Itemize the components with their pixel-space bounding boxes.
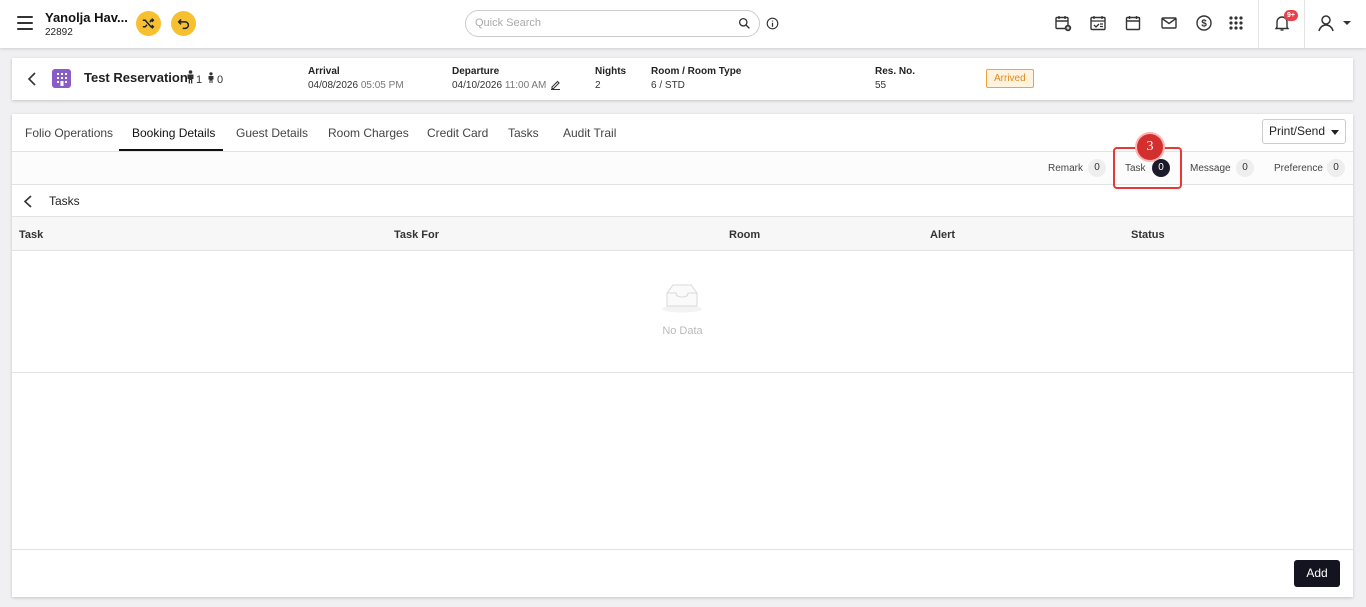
- divider: [1258, 0, 1259, 48]
- shuffle-button[interactable]: [136, 11, 161, 36]
- print-send-dropdown[interactable]: Print/Send: [1262, 119, 1346, 144]
- tab-room-charges[interactable]: Room Charges: [328, 126, 409, 140]
- message-tab[interactable]: Message: [1190, 163, 1231, 174]
- user-menu[interactable]: [1317, 14, 1357, 32]
- top-bar: Yanolja Hav... 22892 $ 9+: [0, 0, 1366, 48]
- arrival-label: Arrival: [308, 66, 340, 77]
- arrival-value: 04/08/2026 05:05 PM: [308, 80, 404, 91]
- column-header-task-for[interactable]: Task For: [394, 229, 439, 241]
- nights-value: 2: [595, 80, 601, 91]
- resno-value: 55: [875, 80, 887, 91]
- adult-count: 1: [196, 74, 203, 86]
- message-count: 0: [1236, 159, 1254, 177]
- tab-folio-operations[interactable]: Folio Operations: [25, 126, 113, 140]
- child-icon: [208, 72, 214, 83]
- dollar-icon[interactable]: $: [1195, 14, 1213, 32]
- tab-audit-trail[interactable]: Audit Trail: [563, 126, 616, 140]
- empty-state: No Data: [12, 251, 1353, 373]
- info-icon[interactable]: [766, 17, 779, 30]
- remark-count: 0: [1088, 159, 1106, 177]
- table-header: Task Task For Room Alert Status: [12, 217, 1353, 251]
- tab-credit-card[interactable]: Credit Card: [427, 126, 488, 140]
- divider: [12, 549, 1353, 550]
- adult-icon: [187, 70, 194, 84]
- arrival-time: 05:05 PM: [360, 80, 404, 91]
- column-header-alert[interactable]: Alert: [930, 229, 955, 241]
- hotel-name[interactable]: Yanolja Hav...: [45, 10, 128, 25]
- column-header-task[interactable]: Task: [19, 229, 43, 241]
- svg-text:$: $: [1201, 19, 1207, 30]
- back-arrow-icon[interactable]: [22, 194, 34, 209]
- main-panel: Folio Operations Booking Details Guest D…: [12, 114, 1353, 597]
- divider: [1304, 0, 1305, 48]
- empty-text: No Data: [662, 325, 703, 337]
- menu-icon[interactable]: [17, 16, 33, 30]
- hotel-id: 22892: [45, 27, 73, 38]
- departure-label: Departure: [452, 66, 500, 77]
- mail-icon[interactable]: [1160, 14, 1178, 32]
- departure-value: 04/10/2026 11:00 AM: [452, 80, 546, 91]
- column-header-room[interactable]: Room: [729, 229, 760, 241]
- print-send-label: Print/Send: [1269, 124, 1326, 138]
- active-tab-indicator: [119, 149, 223, 151]
- reservation-title: Test Reservation: [84, 70, 188, 85]
- room-value: 6 / STD: [651, 80, 685, 91]
- preference-tab[interactable]: Preference: [1274, 163, 1323, 174]
- edit-icon[interactable]: [550, 79, 561, 90]
- undo-button[interactable]: [171, 11, 196, 36]
- reservation-header: Test Reservation 1 0 Arrival 04/08/2026 …: [12, 58, 1353, 100]
- tab-booking-details[interactable]: Booking Details: [132, 126, 215, 140]
- apps-grid-icon[interactable]: [1227, 14, 1245, 32]
- tasks-section-header: Tasks: [12, 185, 1353, 217]
- room-label: Room / Room Type: [651, 66, 742, 77]
- arrival-date: 04/08/2026: [308, 80, 359, 91]
- tab-guest-details[interactable]: Guest Details: [236, 126, 308, 140]
- preference-count: 0: [1327, 159, 1345, 177]
- resno-label: Res. No.: [875, 66, 916, 77]
- departure-time: 11:00 AM: [504, 80, 547, 91]
- quick-search[interactable]: [465, 10, 760, 37]
- back-arrow-icon[interactable]: [26, 71, 38, 87]
- status-badge: Arrived: [986, 69, 1034, 88]
- notification-badge: 9+: [1284, 10, 1298, 21]
- calendar-check-icon[interactable]: [1089, 14, 1107, 32]
- empty-inbox-icon: [662, 284, 702, 313]
- column-header-status[interactable]: Status: [1131, 229, 1165, 241]
- calendar-add-icon[interactable]: [1054, 14, 1072, 32]
- tab-tasks[interactable]: Tasks: [508, 126, 539, 140]
- search-icon[interactable]: [738, 17, 751, 30]
- add-button[interactable]: Add: [1294, 560, 1340, 587]
- child-count: 0: [217, 74, 224, 86]
- shuffle-icon: [142, 18, 155, 29]
- undo-icon: [177, 18, 190, 30]
- calendar-icon[interactable]: [1124, 14, 1142, 32]
- nights-label: Nights: [595, 66, 627, 77]
- remark-tab[interactable]: Remark: [1048, 163, 1083, 174]
- building-icon: [52, 69, 71, 88]
- departure-date: 04/10/2026: [452, 80, 503, 91]
- step-badge: 3: [1137, 134, 1163, 160]
- caret-down-icon: [1331, 130, 1339, 135]
- search-input[interactable]: [475, 17, 725, 29]
- section-title: Tasks: [49, 194, 80, 208]
